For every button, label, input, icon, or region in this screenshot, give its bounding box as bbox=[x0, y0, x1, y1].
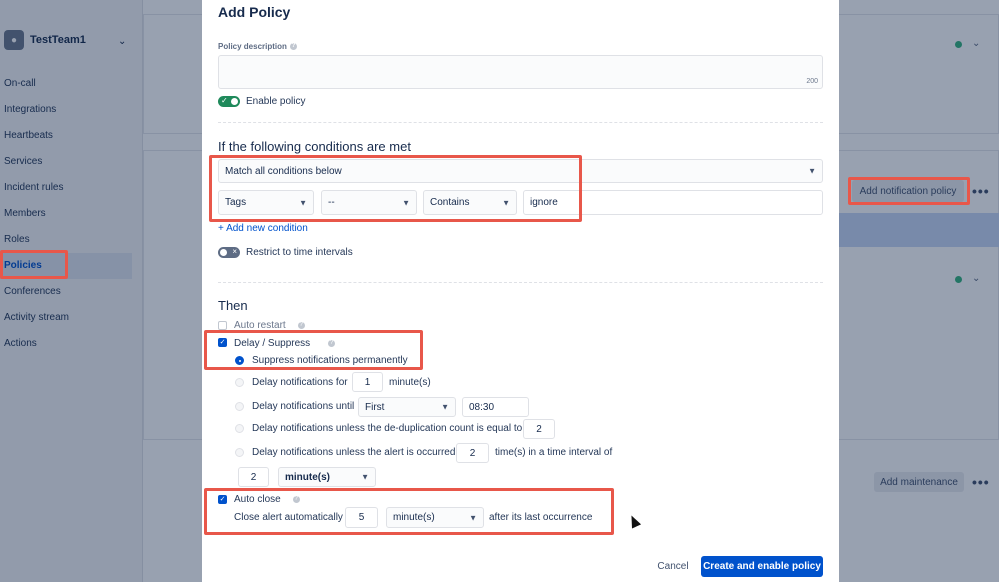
conditions-title: If the following conditions are met bbox=[218, 139, 411, 154]
auto-restart-checkbox[interactable] bbox=[218, 321, 227, 330]
modal-title: Add Policy bbox=[218, 4, 291, 20]
delay-dedup-input[interactable]: 2 bbox=[523, 419, 555, 439]
delay-for-unit: minute(s) bbox=[389, 377, 431, 388]
delay-occurred-unit-value: minute(s) bbox=[285, 471, 330, 483]
close-unit-value: minute(s) bbox=[393, 512, 435, 523]
description-label: Policy description? bbox=[218, 42, 297, 51]
add-policy-modal: Add Policy Policy description? 200 ✓ Ena… bbox=[202, 0, 839, 582]
delay-occurred-count-input[interactable]: 2 bbox=[456, 443, 489, 463]
condition-operator-value: Contains bbox=[430, 197, 470, 208]
delay-for-radio[interactable] bbox=[235, 378, 244, 387]
condition-value-text: ignore bbox=[530, 197, 558, 208]
info-icon: ? bbox=[297, 321, 305, 329]
info-icon: ? bbox=[328, 339, 336, 347]
add-new-condition-link[interactable]: + Add new condition bbox=[218, 223, 308, 234]
match-conditions-value: Match all conditions below bbox=[225, 165, 342, 177]
delay-until-select-value: First bbox=[365, 401, 385, 413]
condition-field-select[interactable]: Tags ▼ bbox=[218, 190, 314, 215]
chevron-down-icon: ▼ bbox=[808, 166, 816, 176]
auto-close-checkbox[interactable]: ✓ bbox=[218, 495, 227, 504]
delay-occurred-radio[interactable] bbox=[235, 448, 244, 457]
close-icon: × bbox=[232, 247, 237, 256]
divider bbox=[218, 122, 823, 123]
enable-policy-label: Enable policy bbox=[246, 96, 306, 107]
condition-operator-select[interactable]: Contains ▼ bbox=[423, 190, 517, 215]
info-icon: ? bbox=[289, 43, 297, 51]
policy-description-input[interactable]: 200 bbox=[218, 55, 823, 89]
info-icon: ? bbox=[292, 495, 300, 503]
delay-until-label: Delay notifications until bbox=[252, 401, 355, 412]
check-icon: ✓ bbox=[221, 96, 228, 105]
cancel-button[interactable]: Cancel bbox=[650, 556, 696, 577]
delay-suppress-checkbox[interactable]: ✓ bbox=[218, 338, 227, 347]
chevron-down-icon: ▼ bbox=[361, 472, 369, 482]
condition-value-input[interactable]: ignore bbox=[523, 190, 823, 215]
suppress-permanently-label: Suppress notifications permanently bbox=[252, 355, 408, 366]
enable-policy-toggle[interactable]: ✓ bbox=[218, 96, 240, 107]
delay-dedup-label: Delay notifications unless the de-duplic… bbox=[252, 423, 523, 434]
chevron-down-icon: ▼ bbox=[469, 513, 477, 522]
close-alert-label: Close alert automatically bbox=[234, 512, 343, 523]
condition-not-value: -- bbox=[328, 197, 335, 208]
chevron-down-icon: ▼ bbox=[299, 198, 307, 207]
restrict-time-toggle[interactable]: × bbox=[218, 247, 240, 258]
char-counter: 200 bbox=[806, 78, 818, 85]
restrict-time-label: Restrict to time intervals bbox=[246, 247, 353, 258]
delay-occurred-label: Delay notifications unless the alert is … bbox=[252, 447, 456, 458]
close-suffix: after its last occurrence bbox=[489, 512, 593, 523]
delay-occurred-interval-input[interactable]: 2 bbox=[238, 467, 269, 487]
chevron-down-icon: ▼ bbox=[502, 198, 510, 207]
condition-field-value: Tags bbox=[225, 197, 247, 208]
then-title: Then bbox=[218, 298, 248, 313]
chevron-down-icon: ▼ bbox=[441, 402, 449, 412]
delay-until-select[interactable]: First ▼ bbox=[358, 397, 456, 417]
close-unit-select[interactable]: minute(s) ▼ bbox=[386, 507, 484, 528]
close-after-input[interactable]: 5 bbox=[345, 507, 378, 528]
delay-until-time-input[interactable]: 08:30 bbox=[462, 397, 529, 417]
delay-dedup-radio[interactable] bbox=[235, 424, 244, 433]
divider bbox=[218, 282, 823, 283]
delay-occurred-suffix: time(s) in a time interval of bbox=[495, 447, 613, 458]
suppress-permanently-radio[interactable] bbox=[235, 356, 244, 365]
delay-for-label: Delay notifications for bbox=[252, 377, 348, 388]
delay-occurred-unit-select[interactable]: minute(s) ▼ bbox=[278, 467, 376, 487]
condition-not-select[interactable]: -- ▼ bbox=[321, 190, 417, 215]
delay-for-input[interactable]: 1 bbox=[352, 372, 383, 392]
delay-suppress-label: Delay / Suppress? bbox=[234, 338, 336, 349]
create-and-enable-policy-button[interactable]: Create and enable policy bbox=[701, 556, 823, 577]
auto-restart-label: Auto restart? bbox=[234, 320, 305, 331]
auto-close-label: Auto close? bbox=[234, 494, 300, 505]
match-conditions-select[interactable]: Match all conditions below ▼ bbox=[218, 159, 823, 183]
delay-until-radio[interactable] bbox=[235, 402, 244, 411]
chevron-down-icon: ▼ bbox=[402, 198, 410, 207]
